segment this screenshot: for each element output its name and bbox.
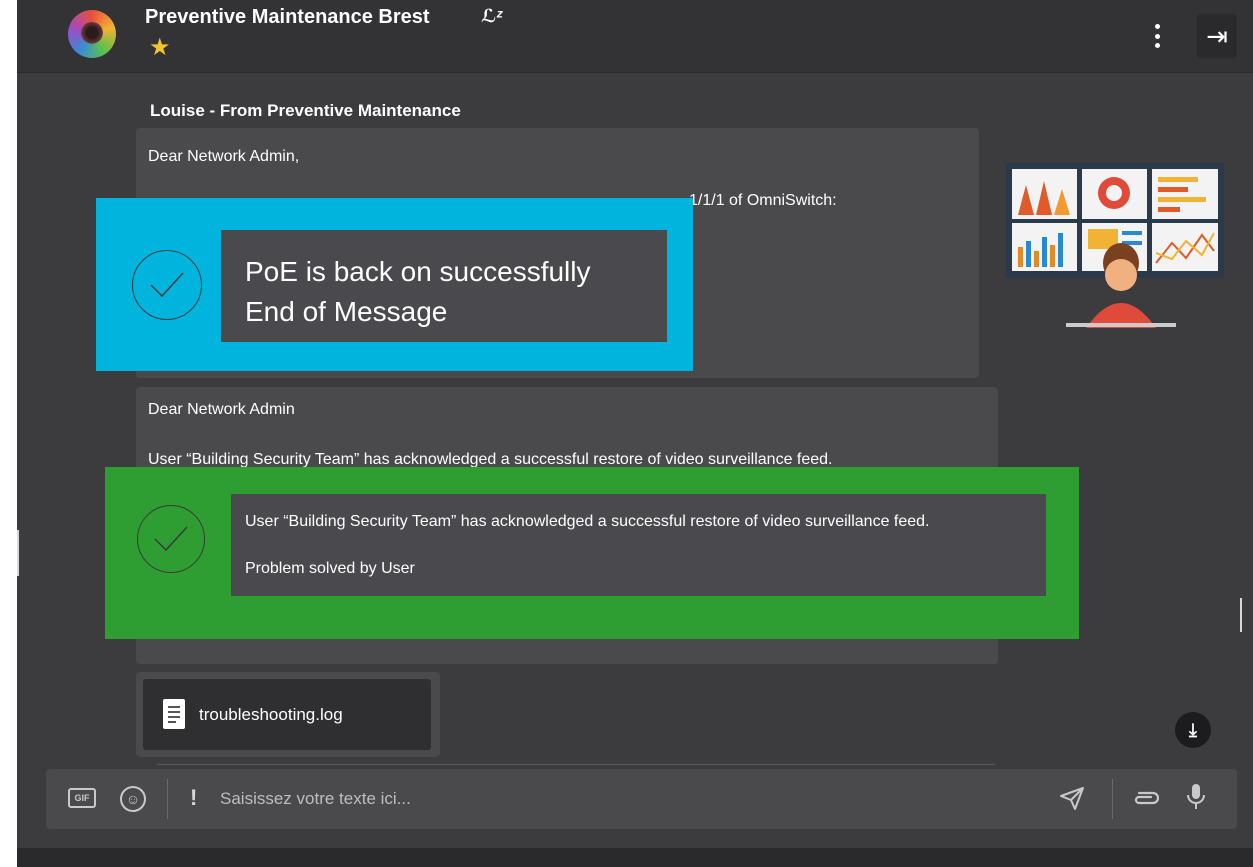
- success-overlay: PoE is back on successfully End of Messa…: [96, 198, 693, 371]
- divider: [157, 764, 995, 765]
- scrollbar[interactable]: [1240, 598, 1242, 632]
- channel-header: Preventive Maintenance Brest ℒᶻ ★ ⇥: [17, 0, 1253, 73]
- message-sender[interactable]: Louise - From Preventive Maintenance: [150, 101, 461, 121]
- text-file-icon: [163, 699, 185, 729]
- exit-right-icon[interactable]: ⇥: [1197, 14, 1237, 58]
- message-greeting: Dear Network Admin: [148, 401, 295, 418]
- message-composer: GIF ☺ !: [46, 769, 1237, 829]
- file-name[interactable]: troubleshooting.log: [199, 705, 343, 725]
- message-partial-line: 1/1/1 of OmniSwitch:: [689, 192, 837, 209]
- bottom-bar: [17, 848, 1253, 867]
- overlay-line-2: Problem solved by User: [245, 560, 415, 577]
- send-icon[interactable]: [1058, 784, 1086, 818]
- file-card[interactable]: troubleshooting.log: [143, 679, 431, 750]
- emoji-icon[interactable]: ☺: [120, 786, 146, 812]
- chat-window: Preventive Maintenance Brest ℒᶻ ★ ⇥ Loui…: [17, 0, 1253, 867]
- overlay-message-box: User “Building Security Team” has acknow…: [231, 494, 1046, 596]
- message-input[interactable]: [220, 783, 1040, 815]
- window-edge: [17, 530, 19, 576]
- overlay-message-box: PoE is back on successfully End of Messa…: [221, 230, 667, 342]
- divider: [1112, 779, 1113, 819]
- resolved-overlay: User “Building Security Team” has acknow…: [105, 467, 1079, 639]
- kebab-menu-icon[interactable]: [1145, 20, 1169, 52]
- channel-avatar[interactable]: [68, 10, 116, 58]
- channel-title[interactable]: Preventive Maintenance Brest: [145, 6, 430, 29]
- gif-icon[interactable]: GIF: [68, 788, 96, 808]
- attach-icon[interactable]: [1131, 787, 1161, 815]
- scroll-to-bottom-button[interactable]: ⤓: [1175, 712, 1211, 748]
- divider: [167, 779, 168, 819]
- monitoring-illustration: [1006, 163, 1224, 328]
- check-circle-icon: [137, 505, 205, 573]
- message-greeting: Dear Network Admin,: [148, 148, 300, 165]
- snooze-icon[interactable]: ℒᶻ: [481, 6, 502, 27]
- check-circle-icon: [132, 250, 202, 320]
- overlay-line-1: User “Building Security Team” has acknow…: [245, 513, 930, 530]
- overlay-line-2: End of Message: [245, 296, 448, 327]
- star-icon[interactable]: ★: [149, 36, 171, 60]
- file-attachment[interactable]: troubleshooting.log: [136, 672, 440, 757]
- priority-icon[interactable]: !: [190, 785, 197, 811]
- mic-icon[interactable]: [1185, 782, 1207, 818]
- overlay-line-1: PoE is back on successfully: [245, 256, 591, 287]
